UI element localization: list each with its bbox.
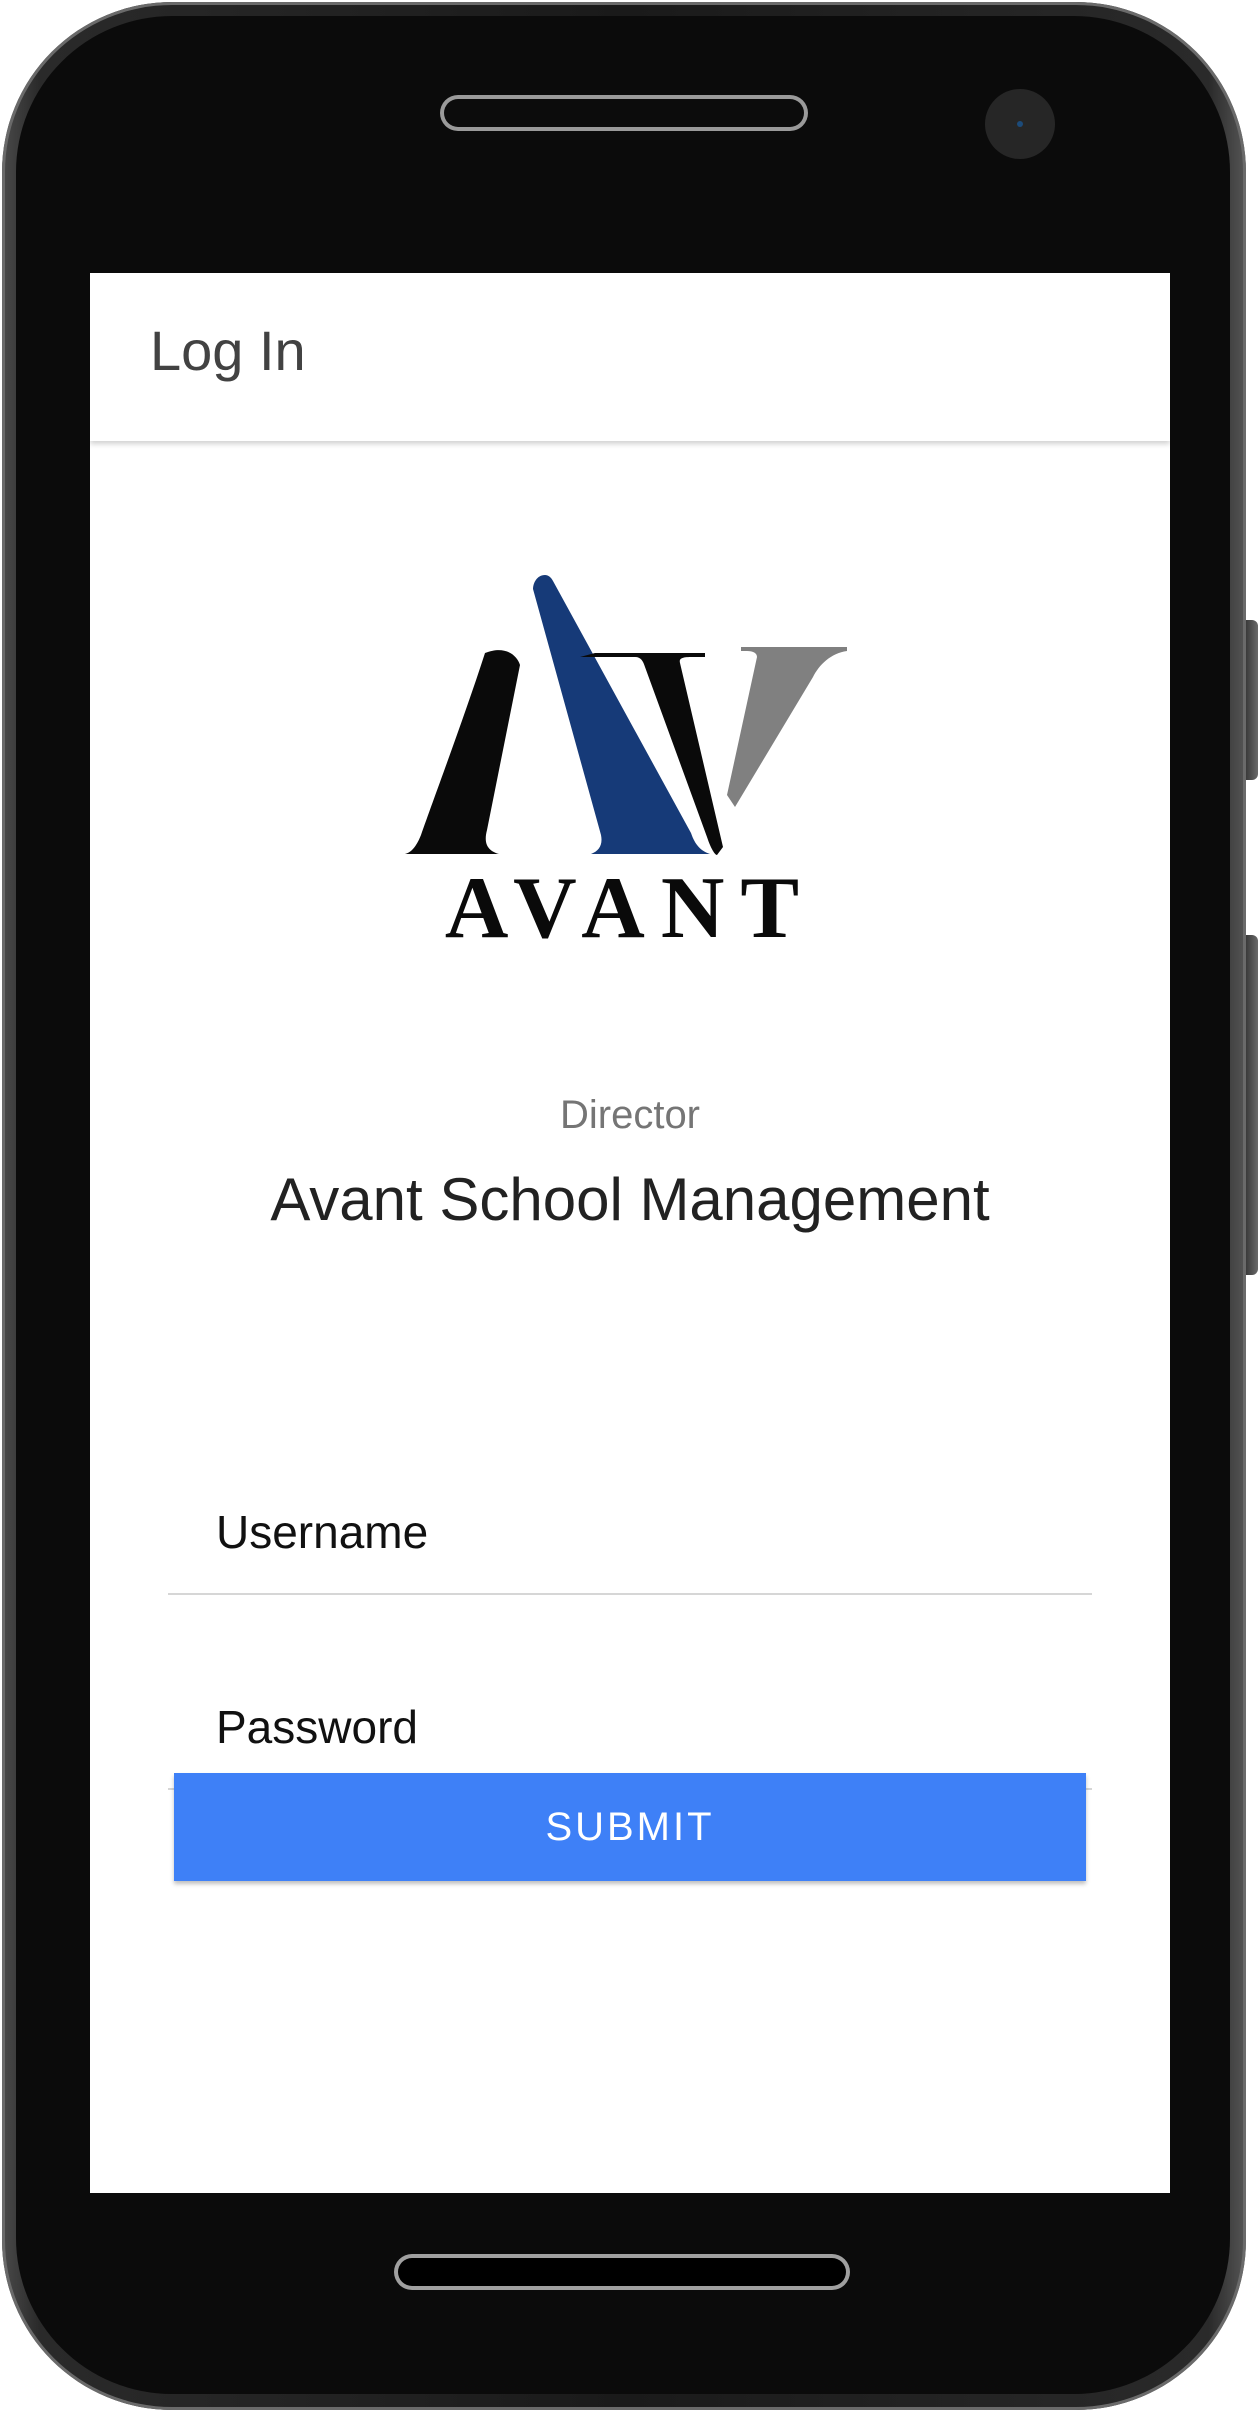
logo-wordmark: AVANT: [444, 860, 816, 957]
submit-button[interactable]: SUBMIT: [174, 1773, 1086, 1881]
app-screen: Log In AVANT Director Avant School Manag…: [90, 273, 1170, 2193]
page-title: Log In: [150, 319, 306, 382]
earpiece-speaker: [444, 99, 804, 127]
app-bar: Log In: [90, 273, 1170, 441]
power-button: [1246, 620, 1258, 780]
app-name-heading: Avant School Management: [270, 1166, 990, 1233]
password-field: [168, 1668, 1092, 1790]
username-input[interactable]: [168, 1473, 1092, 1591]
username-field: [168, 1473, 1092, 1595]
role-label: Director: [559, 1093, 701, 1137]
volume-button: [1246, 935, 1258, 1275]
phone-device: Log In AVANT Director Avant School Manag…: [0, 0, 1260, 2415]
bottom-speaker: [398, 2258, 846, 2286]
avant-logo: AVANT: [405, 575, 855, 955]
password-input[interactable]: [168, 1668, 1092, 1786]
front-camera: [985, 89, 1055, 159]
